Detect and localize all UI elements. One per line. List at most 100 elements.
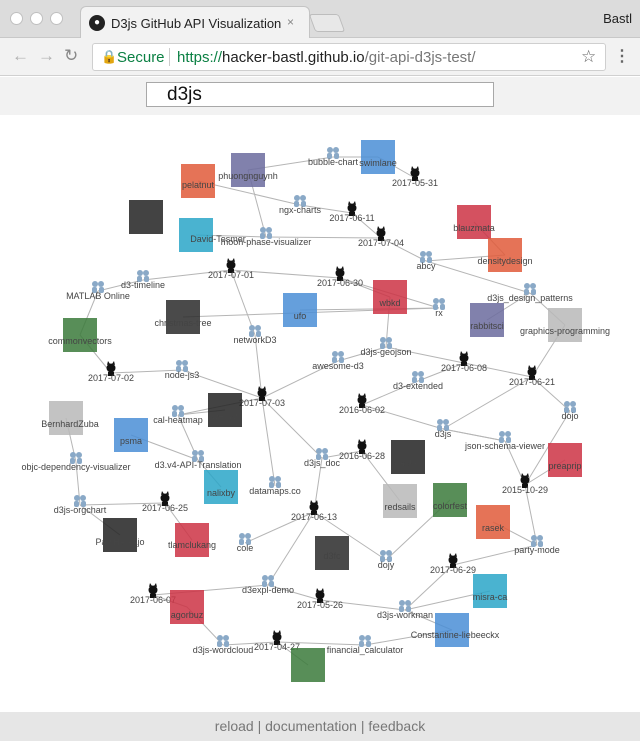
- person-head: [322, 448, 328, 454]
- graph-node-date[interactable]: 2015-10-29: [502, 473, 548, 495]
- bookmark-star-icon[interactable]: ☆: [581, 47, 596, 67]
- graph-node-date[interactable]: 2017-06-21: [509, 365, 555, 387]
- node-label: tlamclukang: [168, 540, 216, 550]
- graph-node-repo[interactable]: bubble-chart: [308, 147, 359, 167]
- graph-svg[interactable]: bubble-chart swimlane pelatnutphuongnguynh…: [0, 115, 640, 712]
- graph-node-date[interactable]: 2017-07-03: [239, 386, 285, 408]
- graph-node-avatar[interactable]: graphics-programming: [520, 308, 610, 342]
- graph-node-repo[interactable]: awesome-d3: [312, 351, 364, 371]
- browser-menu-icon[interactable]: ⋮: [614, 46, 630, 66]
- network-graph[interactable]: bubble-chart swimlane pelatnut phuongnguynh…: [0, 115, 640, 712]
- graph-node-avatar[interactable]: swimlane: [359, 140, 397, 174]
- graph-node-avatar[interactable]: d3fc: [315, 536, 349, 570]
- graph-node-date[interactable]: 2017-06-29: [430, 553, 476, 575]
- graph-node-date[interactable]: 2017-06-08: [441, 351, 487, 373]
- node-label: d3.v4-API-Translation: [155, 460, 242, 470]
- browser-toolbar: ← → ↻ 🔒 Secure https://hacker-bastl.gith…: [0, 38, 640, 76]
- graph-node-date[interactable]: 2017-06-25: [142, 491, 188, 513]
- graph-node-avatar[interactable]: gaston: [391, 440, 425, 474]
- arrow-left-icon[interactable]: ←: [12, 46, 29, 66]
- graph-node-repo[interactable]: d3js_doc: [304, 448, 341, 468]
- graph-node-avatar[interactable]: commonvectors: [48, 318, 112, 352]
- graph-node-avatar[interactable]: agorbuz: [170, 590, 204, 624]
- graph-node-avatar[interactable]: misra-ca: [473, 574, 508, 608]
- octocat-head: [160, 493, 170, 503]
- minimize-window-button[interactable]: [30, 12, 43, 25]
- new-tab-button[interactable]: [308, 14, 346, 32]
- graph-node-repo[interactable]: rx: [433, 298, 445, 318]
- graph-node-repo[interactable]: ngx-charts: [279, 195, 322, 215]
- graph-node-avatar[interactable]: ibl: [129, 200, 163, 234]
- documentation-link[interactable]: documentation: [265, 718, 357, 734]
- graph-node-repo[interactable]: json-schema-viewer: [464, 431, 545, 451]
- graph-node-avatar[interactable]: psma: [114, 418, 148, 452]
- graph-node-repo[interactable]: d3expl-demo: [242, 575, 294, 595]
- graph-node-repo[interactable]: networkD3: [233, 325, 277, 345]
- graph-node-avatar[interactable]: wbkd: [373, 280, 407, 314]
- graph-node-repo[interactable]: node-js3: [165, 360, 200, 380]
- node-label: d3expl-demo: [242, 585, 294, 595]
- graph-node-repo[interactable]: d3.v4-API-Translation: [155, 450, 242, 470]
- graph-node-avatar[interactable]: blauzmata: [453, 205, 495, 239]
- graph-node-date[interactable]: 2017-06-11: [329, 201, 375, 223]
- reload-link[interactable]: reload: [215, 718, 254, 734]
- graph-node-avatar[interactable]: pelatnut: [181, 164, 215, 198]
- graph-node-date[interactable]: 2017-05-26: [297, 588, 343, 610]
- graph-node-avatar[interactable]: rasek: [476, 505, 510, 539]
- graph-node-repo[interactable]: financial_calculator: [327, 635, 404, 655]
- graph-node-date[interactable]: 2017-07-04: [358, 226, 404, 248]
- graph-node-avatar[interactable]: BernhardZuba: [41, 401, 99, 435]
- graph-node-avatar[interactable]: densitydesign: [477, 238, 533, 272]
- person-head: [249, 325, 255, 331]
- graph-node-repo[interactable]: dojy: [378, 550, 395, 570]
- profile-name[interactable]: Bastl: [603, 11, 632, 26]
- maximize-window-button[interactable]: [50, 12, 63, 25]
- graph-node-avatar[interactable]: redsails: [383, 484, 417, 518]
- browser-titlebar: ● D3js GitHub API Visualization × Bastl: [0, 0, 640, 38]
- graph-node-repo[interactable]: d3js_design_patterns: [487, 283, 573, 303]
- graph-node-repo[interactable]: d3js-wordcloud: [193, 635, 254, 655]
- graph-node-repo[interactable]: abcy: [416, 251, 436, 271]
- graph-node-avatar[interactable]: ufo: [283, 293, 317, 327]
- graph-node-avatar[interactable]: wenyu: [208, 393, 242, 427]
- reload-icon[interactable]: ↻: [64, 46, 78, 66]
- graph-node-avatar[interactable]: tlamclukang: [168, 523, 216, 557]
- graph-node-repo[interactable]: d3js-orgchart: [54, 495, 107, 515]
- person-head: [223, 635, 229, 641]
- graph-node-date[interactable]: 2017-06-13: [291, 500, 337, 522]
- graph-node-repo[interactable]: datamaps.co: [249, 476, 301, 496]
- graph-node-repo[interactable]: party-mode: [514, 535, 560, 555]
- graph-node-avatar[interactable]: colorfest: [433, 483, 468, 517]
- graph-node-repo[interactable]: d3js: [435, 419, 452, 439]
- graph-node-date[interactable]: 2016-06-02: [339, 393, 385, 415]
- person-head: [333, 147, 339, 153]
- graph-node-repo[interactable]: d3js-geojson: [360, 337, 412, 357]
- graph-node-repo[interactable]: cal-heatmap: [153, 405, 203, 425]
- graph-node-avatar[interactable]: christmas-tree: [154, 300, 212, 334]
- graph-node-avatar[interactable]: [291, 648, 325, 682]
- graph-node-repo[interactable]: moon-phase-visualizer: [221, 227, 312, 247]
- arrow-right-icon[interactable]: →: [38, 46, 55, 66]
- footer-separator: |: [356, 718, 369, 734]
- browser-tab[interactable]: ● D3js GitHub API Visualization ×: [80, 6, 310, 38]
- graph-node-repo[interactable]: objc-dependency-visualizer: [21, 452, 131, 472]
- graph-node-avatar[interactable]: nalixby: [204, 470, 238, 504]
- address-bar[interactable]: 🔒 Secure https://hacker-bastl.github.io/…: [92, 43, 606, 71]
- url-text[interactable]: https://hacker-bastl.github.io/git-api-d…: [177, 49, 476, 66]
- search-input[interactable]: [146, 82, 494, 107]
- tab-close-icon[interactable]: ×: [287, 15, 294, 29]
- octocat-head: [357, 395, 367, 405]
- graph-node-avatar[interactable]: preaprip: [548, 443, 582, 477]
- feedback-link[interactable]: feedback: [368, 718, 425, 734]
- graph-node-date[interactable]: 2016-06-28: [339, 439, 385, 461]
- graph-node-repo[interactable]: dojo: [561, 401, 579, 421]
- graph-node-repo[interactable]: cole: [237, 533, 254, 553]
- close-window-button[interactable]: [10, 12, 23, 25]
- person-head: [80, 495, 86, 501]
- graph-node-avatar[interactable]: rabbitsci: [470, 303, 504, 337]
- graph-node-date[interactable]: 2017-07-01: [208, 258, 254, 280]
- graph-node-avatar[interactable]: phuongnguynh: [218, 153, 278, 187]
- graph-node-repo[interactable]: d3-timeline: [121, 270, 165, 290]
- graph-node-avatar[interactable]: PaulHerkajo: [95, 518, 145, 552]
- graph-node-repo[interactable]: d3js-workman: [377, 600, 433, 620]
